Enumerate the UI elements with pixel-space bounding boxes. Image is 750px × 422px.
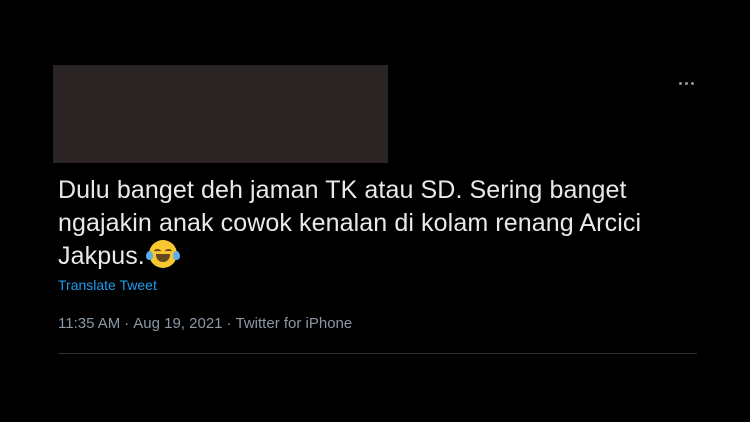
tweet-time[interactable]: 11:35 AM xyxy=(58,315,120,332)
divider xyxy=(58,353,697,354)
more-horizontal-icon xyxy=(678,81,694,85)
redacted-author-area xyxy=(53,65,388,163)
tweet-text: Dulu banget deh jaman TK atau SD. Sering… xyxy=(58,174,698,273)
tweet-text-line: Jakpus. xyxy=(58,240,698,273)
tweet-date[interactable]: Aug 19, 2021 xyxy=(133,315,222,332)
tweet-text-line: Dulu banget deh jaman TK atau SD. Sering… xyxy=(58,176,627,204)
tweet-metadata: 11:35 AM · Aug 19, 2021 · Twitter for iPhone xyxy=(58,315,352,332)
more-options-button[interactable] xyxy=(673,72,699,94)
tweet-text-line: ngajakin anak cowok kenalan di kolam ren… xyxy=(58,209,642,237)
tweet-source[interactable]: Twitter for iPhone xyxy=(236,315,353,332)
tweet-detail-view: Dulu banget deh jaman TK atau SD. Sering… xyxy=(0,0,750,422)
separator: · xyxy=(226,315,232,332)
face-with-tears-of-joy-icon xyxy=(145,240,180,268)
separator: · xyxy=(124,315,130,332)
translate-tweet-link[interactable]: Translate Tweet xyxy=(58,277,157,293)
